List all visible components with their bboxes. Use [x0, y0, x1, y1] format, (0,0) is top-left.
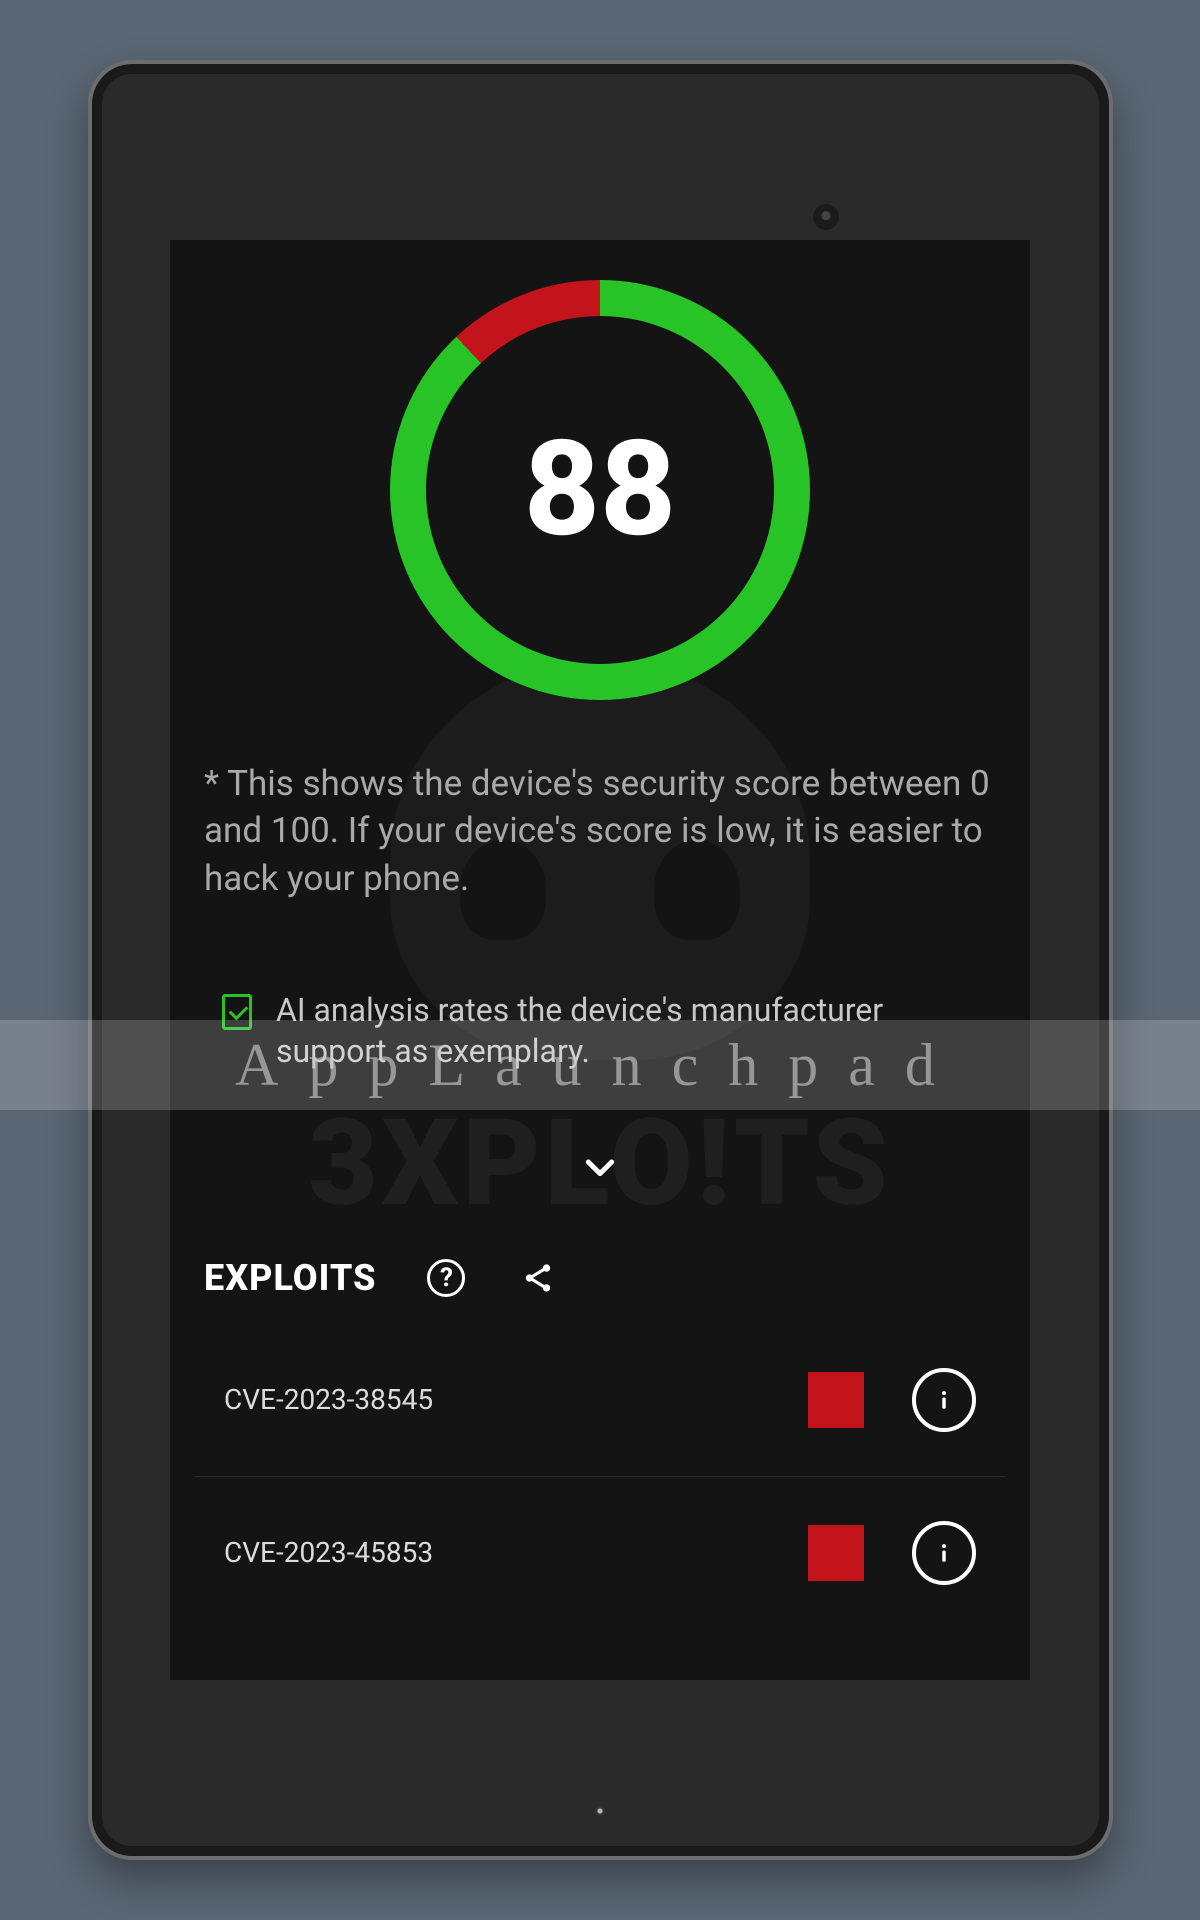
info-button[interactable] — [912, 1368, 976, 1432]
severity-indicator — [808, 1372, 864, 1428]
exploit-id: CVE-2023-38545 — [224, 1383, 808, 1416]
exploits-title: EXPLOITS — [204, 1257, 376, 1299]
share-button[interactable] — [516, 1256, 560, 1300]
help-icon: ? — [427, 1259, 465, 1297]
tablet-frame: 3XPLO!TS 88 * This shows the device's se… — [88, 60, 1113, 1860]
share-icon — [521, 1261, 555, 1295]
info-icon — [929, 1385, 959, 1415]
camera-dot — [813, 204, 839, 230]
exploit-list: CVE-2023-38545 CVE-2023-45853 — [170, 1324, 1030, 1629]
ai-analysis-row: AI analysis rates the device's manufactu… — [170, 922, 1030, 1097]
chevron-down-icon[interactable] — [580, 1147, 620, 1194]
exploit-row[interactable]: CVE-2023-45853 — [194, 1477, 1006, 1629]
exploit-id: CVE-2023-45853 — [224, 1536, 808, 1569]
score-value: 88 — [390, 280, 810, 700]
expand-row[interactable] — [170, 1097, 1030, 1224]
score-description: * This shows the device's security score… — [170, 700, 1030, 922]
exploit-row[interactable]: CVE-2023-38545 — [194, 1324, 1006, 1477]
app-screen: 3XPLO!TS 88 * This shows the device's se… — [170, 240, 1030, 1680]
home-indicator — [595, 1806, 605, 1816]
checklist-icon — [222, 994, 252, 1030]
info-icon — [929, 1538, 959, 1568]
exploits-header: EXPLOITS ? — [170, 1224, 1030, 1324]
ai-analysis-text: AI analysis rates the device's manufactu… — [276, 990, 990, 1073]
info-button[interactable] — [912, 1521, 976, 1585]
severity-indicator — [808, 1525, 864, 1581]
score-section: 88 — [170, 240, 1030, 700]
help-button[interactable]: ? — [424, 1256, 468, 1300]
score-gauge: 88 — [390, 280, 810, 700]
